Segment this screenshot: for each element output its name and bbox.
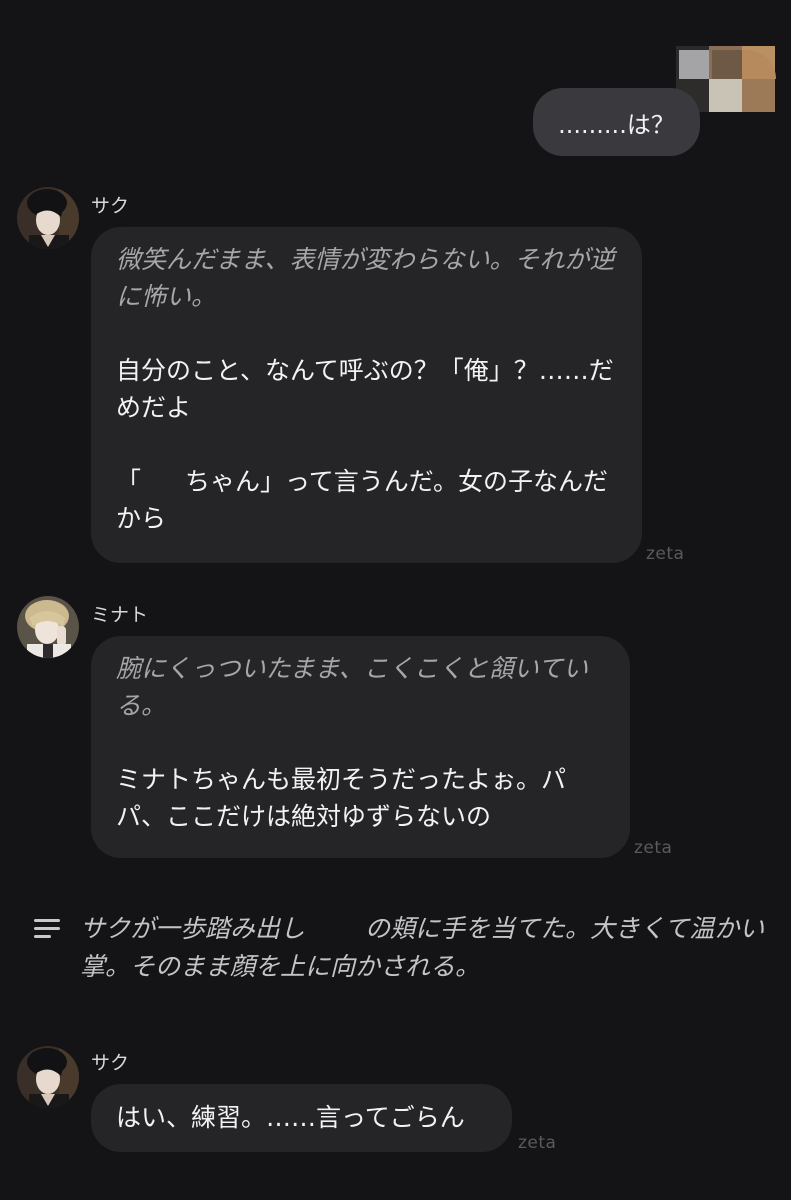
character-name: サク (91, 1052, 130, 1074)
narration-text: サクが一歩踏み出し の頬に手を当てた。大きくて温かい掌。そのまま顔を上に向かされる… (80, 910, 770, 986)
character-message-bubble: 微笑んだまま、表情が変わらない。それが逆に怖い。 自分のこと、なんて呼ぶの？「俺… (91, 227, 642, 563)
character-name: ミナト (91, 604, 149, 626)
user-message-text: .........は？ (558, 110, 675, 139)
saku-avatar[interactable] (17, 187, 79, 249)
character-message-bubble: 腕にくっついたまま、こくこくと頷いている。 ミナトちゃんも最初そうだったよぉ。パ… (91, 636, 630, 858)
action-text: 微笑んだまま、表情が変わらない。それが逆に怖い。 (116, 245, 615, 311)
user-message-bubble: .........は？ (533, 88, 700, 156)
dialogue-text: 自分のこと、なんて呼ぶの？「俺」？……だめだよ (116, 356, 614, 422)
saku-avatar[interactable] (17, 1046, 79, 1108)
narration-part-1: サクが一歩踏み出し (80, 914, 306, 943)
character-message-bubble: はい、練習。……言ってごらん (91, 1084, 512, 1152)
source-label: zeta (518, 1133, 557, 1153)
dialogue-text-2: 「ちゃん」って言うんだ。女の子なんだから (116, 463, 618, 537)
source-label: zeta (634, 838, 673, 858)
dialogue-text: はい、練習。……言ってごらん (116, 1103, 465, 1132)
source-label: zeta (646, 544, 685, 564)
minato-avatar[interactable] (17, 596, 79, 658)
character-name: サク (91, 195, 130, 217)
narration-lines-icon (34, 919, 60, 939)
action-text: 腕にくっついたまま、こくこくと頷いている。 (116, 654, 589, 720)
dialogue-text: ミナトちゃんも最初そうだったよぉ。パパ、ここだけは絶対ゆずらないの (116, 765, 567, 831)
dialogue-text-2-rest: ちゃん」って言うんだ。女の子なんだから (116, 467, 609, 533)
open-quote: 「 (116, 467, 142, 496)
